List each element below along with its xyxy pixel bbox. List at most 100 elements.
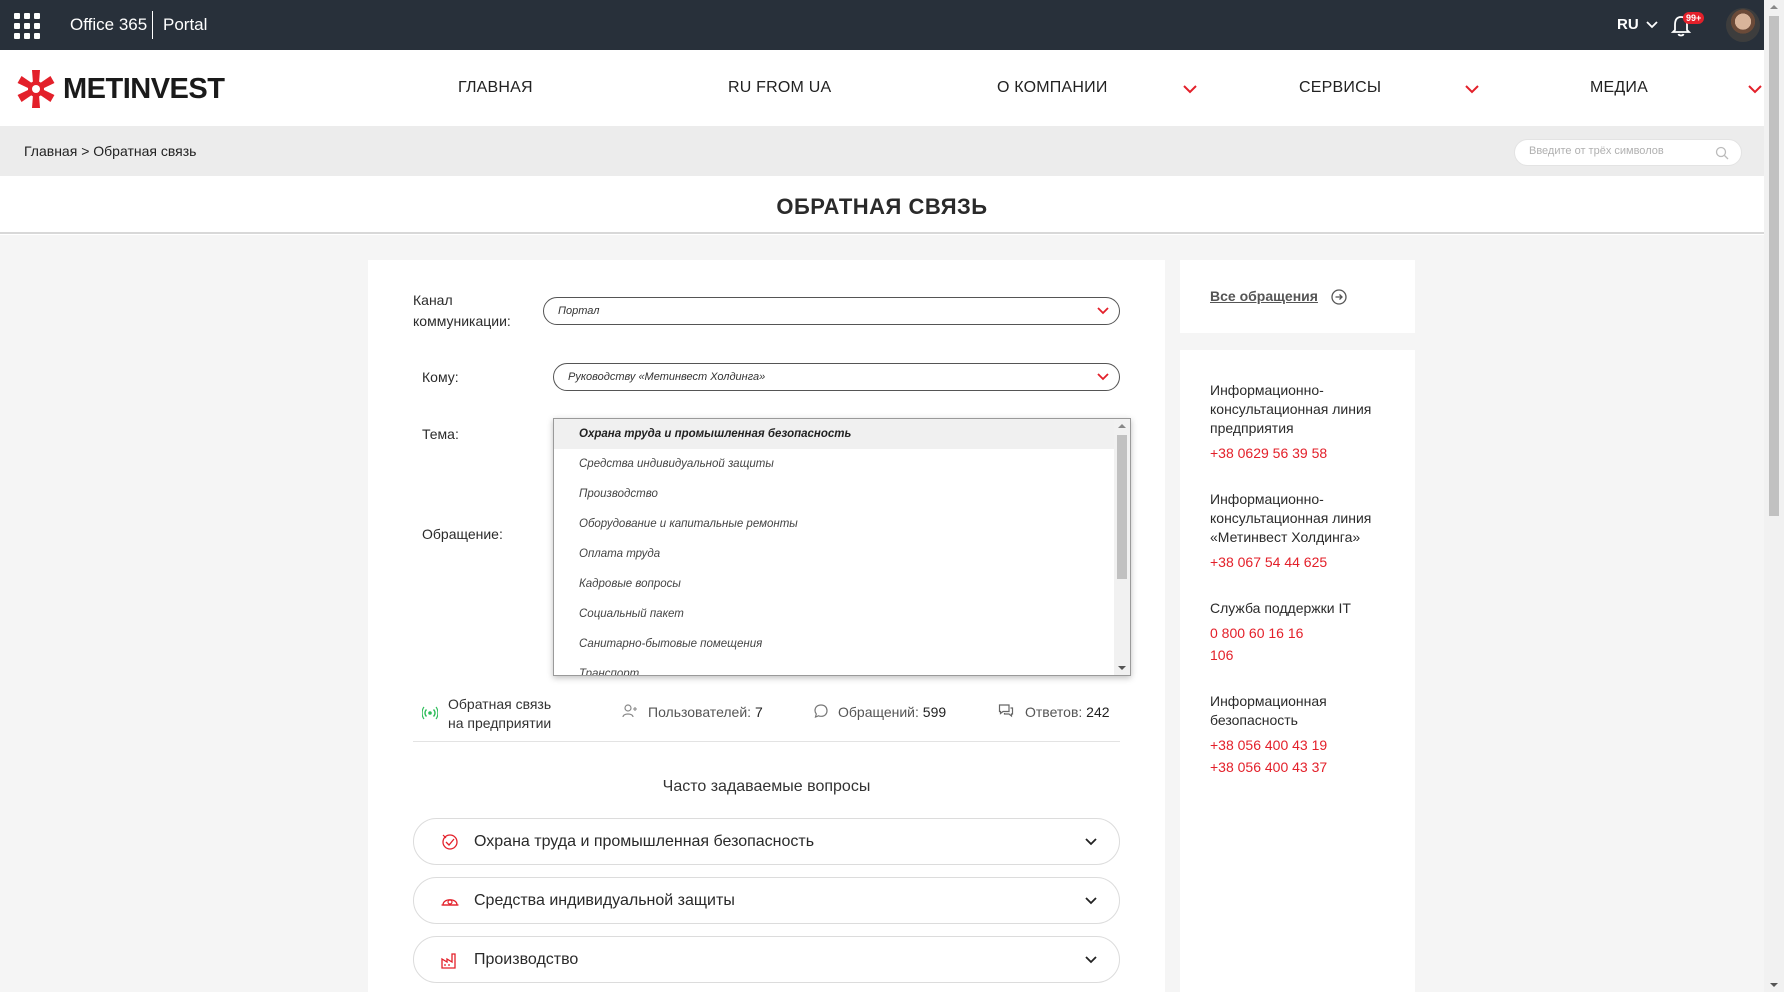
nav-media[interactable]: МЕДИА [1590,79,1648,97]
avatar[interactable] [1726,8,1760,42]
language-label: RU [1617,16,1639,33]
channel-label: Канал коммуникации: [413,290,511,332]
user-icon [622,704,637,718]
info-title-line: Информационно- [1210,382,1324,398]
faq-item-label: Производство [474,951,579,968]
faq-item[interactable]: Производство [413,936,1120,983]
phone-link[interactable]: 106 [1210,647,1233,663]
dropdown-option[interactable]: Средства индивидуальной защиты [554,449,1116,479]
phone-link[interactable]: +38 056 400 43 19 [1210,737,1327,753]
nav-services[interactable]: СЕРВИСЫ [1299,79,1381,97]
nav-about[interactable]: О КОМПАНИИ [997,79,1108,97]
channel-label-line1: Канал [413,292,453,308]
phone-link[interactable]: +38 067 54 44 625 [1210,554,1327,570]
dropdown-scroll-thumb[interactable] [1117,435,1127,579]
phone-link[interactable]: +38 056 400 43 37 [1210,759,1327,775]
page-scrollbar[interactable] [1764,0,1784,992]
factory-icon [441,953,456,969]
app-launcher-icon[interactable] [14,13,40,39]
chevron-down-icon [1646,21,1658,29]
channel-select-value: Портал [558,305,600,317]
info-title-line: Служба поддержки IT [1210,600,1351,616]
metinvest-logo[interactable]: METINVEST [15,68,225,110]
answers-stat: Ответов: 242 [1025,704,1110,720]
info-title-line: предприятия [1210,420,1294,436]
comments-icon [998,704,1014,718]
arrow-right-circle-icon[interactable] [1330,288,1348,306]
info-title-line: консультационная линия [1210,510,1372,526]
search-input[interactable] [1529,145,1709,157]
divider [152,11,153,39]
users-value: 7 [754,704,763,720]
office365-title[interactable]: Office 365 [70,15,147,35]
nav-ru-from-ua[interactable]: RU FROM UA [728,79,831,97]
chevron-down-icon[interactable] [1748,84,1762,94]
users-label: Пользователей: [648,704,752,720]
info-title-line: консультационная линия [1210,401,1372,417]
chevron-down-icon [1085,956,1097,964]
logo-text: METINVEST [63,72,225,105]
topic-label: Тема: [422,426,459,442]
dropdown-scrollbar[interactable] [1114,419,1130,675]
to-select[interactable]: Руководству «Метинвест Холдинга» [553,363,1120,391]
page-scroll-thumb[interactable] [1769,16,1779,516]
nav-home[interactable]: ГЛАВНАЯ [458,79,533,97]
faq-item-label: Средства индивидуальной защиты [474,892,735,909]
portal-title[interactable]: Portal [163,15,207,35]
language-selector[interactable]: RU [1617,16,1658,33]
topic-dropdown-list: Охрана труда и промышленная безопасность… [553,418,1131,676]
dropdown-option[interactable]: Оплата труда [554,539,1116,569]
signal-icon [422,706,438,720]
all-requests-link[interactable]: Все обращения [1210,288,1318,304]
faq-item-label: Охрана труда и промышленная безопасность [474,833,815,850]
chevron-down-icon [1085,897,1097,905]
info-line-enterprise-title: Информационно- консультационная линия пр… [1210,381,1400,438]
scroll-up-icon[interactable] [1118,424,1126,428]
info-title-line: безопасность [1210,712,1298,728]
dropdown-option[interactable]: Санитарно-бытовые помещения [554,629,1116,659]
chevron-down-icon[interactable] [1183,84,1197,94]
breadcrumb-bar: Главная > Обратная связь [0,126,1764,176]
page-title-bar: ОБРАТНАЯ СВЯЗЬ [0,176,1764,234]
dropdown-option[interactable]: Производство [554,479,1116,509]
breadcrumb-home[interactable]: Главная [24,143,77,159]
message-label: Обращение: [422,526,503,542]
phone-link[interactable]: 0 800 60 16 16 [1210,625,1303,641]
dropdown-option[interactable]: Транспорт [554,659,1116,675]
info-title-line: «Метинвест Холдинга» [1210,529,1361,545]
scroll-down-icon[interactable] [1770,983,1778,987]
dropdown-option[interactable]: Социальный пакет [554,599,1116,629]
office365-bar: Office 365 Portal RU 99+ [0,0,1784,50]
faq-item[interactable]: Средства индивидуальной защиты [413,877,1120,924]
it-support-title: Служба поддержки IT [1210,599,1400,618]
channel-label-line2: коммуникации: [413,313,511,329]
chevron-down-icon[interactable] [1465,84,1479,94]
answers-value: 242 [1086,704,1110,720]
page-title: ОБРАТНАЯ СВЯЗЬ [776,194,988,219]
info-security-title: Информационная безопасность [1210,692,1400,730]
safety-icon [442,834,458,850]
breadcrumb-current: Обратная связь [93,143,197,159]
chevron-down-icon [1097,373,1109,381]
scroll-up-icon[interactable] [1770,5,1778,9]
dropdown-option[interactable]: Оборудование и капитальные ремонты [554,509,1116,539]
channel-select[interactable]: Портал [543,297,1120,325]
stats-row: Обратная связь на предприятии Пользовате… [413,690,1120,742]
chat-icon [814,704,828,719]
answers-label: Ответов: [1025,704,1083,720]
feedback-label: Обратная связь на предприятии [448,695,551,733]
dropdown-option[interactable]: Кадровые вопросы [554,569,1116,599]
dropdown-option[interactable]: Охрана труда и промышленная безопасность [554,419,1116,449]
feedback-label-line2: на предприятии [448,715,552,731]
to-select-value: Руководству «Метинвест Холдинга» [568,371,766,383]
faq-item[interactable]: Охрана труда и промышленная безопасность [413,818,1120,865]
scroll-down-icon[interactable] [1118,666,1126,670]
phone-link[interactable]: +38 0629 56 39 58 [1210,445,1327,461]
logo-icon [17,70,55,108]
requests-stat: Обращений: 599 [838,704,946,720]
info-title-line: Информационная [1210,693,1327,709]
search-icon[interactable] [1715,146,1729,160]
chevron-down-icon [1085,838,1097,846]
requests-value: 599 [922,704,947,720]
users-stat: Пользователей: 7 [648,704,763,720]
